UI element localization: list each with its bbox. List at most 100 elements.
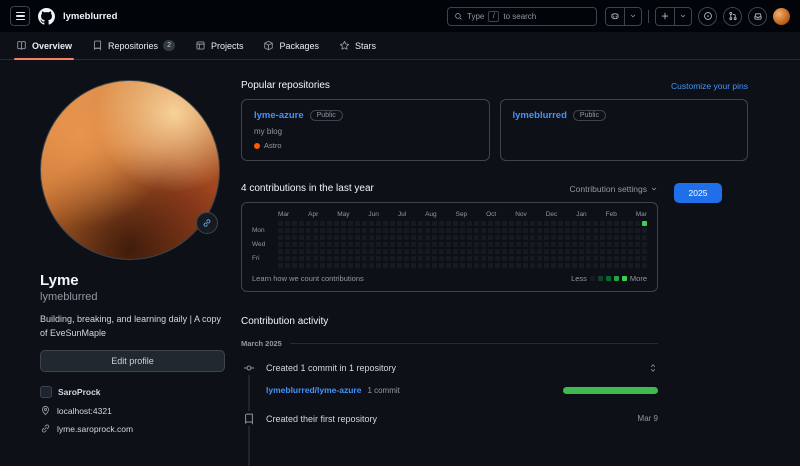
contribution-cell[interactable] [502, 221, 507, 226]
contribution-cell[interactable] [586, 242, 591, 247]
contribution-cell[interactable] [558, 249, 563, 254]
contribution-cell[interactable] [411, 242, 416, 247]
contribution-cell[interactable] [404, 242, 409, 247]
contribution-cell[interactable] [516, 242, 521, 247]
copilot-chat-button[interactable] [606, 8, 624, 25]
contribution-cell[interactable] [565, 235, 570, 240]
contribution-cell[interactable] [278, 228, 283, 233]
contribution-cell[interactable] [495, 235, 500, 240]
contribution-cell[interactable] [453, 221, 458, 226]
contribution-cell[interactable] [285, 256, 290, 261]
contribution-cell[interactable] [348, 263, 353, 268]
contribution-cell[interactable] [439, 263, 444, 268]
contribution-cell[interactable] [446, 221, 451, 226]
contribution-cell[interactable] [348, 235, 353, 240]
contribution-cell[interactable] [544, 228, 549, 233]
contribution-cell[interactable] [642, 228, 647, 233]
contribution-cell[interactable] [432, 249, 437, 254]
contribution-cell[interactable] [390, 235, 395, 240]
contribution-cell[interactable] [600, 263, 605, 268]
contribution-cell[interactable] [558, 228, 563, 233]
contribution-cell[interactable] [593, 228, 598, 233]
contribution-cell[interactable] [285, 249, 290, 254]
contribution-cell[interactable] [320, 242, 325, 247]
contribution-cell[interactable] [418, 256, 423, 261]
contribution-cell[interactable] [509, 242, 514, 247]
contribution-cell[interactable] [292, 242, 297, 247]
contribution-cell[interactable] [635, 256, 640, 261]
contribution-cell[interactable] [425, 249, 430, 254]
contribution-cell[interactable] [544, 242, 549, 247]
create-new-plus-button[interactable] [656, 8, 674, 25]
contribution-cell[interactable] [509, 256, 514, 261]
contribution-cell[interactable] [593, 263, 598, 268]
contribution-cell[interactable] [614, 235, 619, 240]
contribution-cell[interactable] [621, 263, 626, 268]
contribution-cell[interactable] [418, 228, 423, 233]
contribution-cell[interactable] [600, 249, 605, 254]
contribution-cell[interactable] [278, 263, 283, 268]
contribution-cell[interactable] [390, 256, 395, 261]
contribution-cell[interactable] [376, 249, 381, 254]
contribution-cell[interactable] [383, 228, 388, 233]
contribution-cell[interactable] [565, 242, 570, 247]
contribution-cell[interactable] [607, 221, 612, 226]
contribution-cell[interactable] [292, 221, 297, 226]
contribution-cell[interactable] [292, 263, 297, 268]
contribution-cell[interactable] [306, 242, 311, 247]
contribution-cell[interactable] [348, 256, 353, 261]
contribution-cell[interactable] [285, 221, 290, 226]
contribution-cell[interactable] [621, 242, 626, 247]
contribution-cell[interactable] [530, 256, 535, 261]
contribution-cell[interactable] [341, 235, 346, 240]
contribution-cell[interactable] [397, 221, 402, 226]
contribution-cell[interactable] [628, 221, 633, 226]
tab-repositories[interactable]: Repositories 2 [84, 32, 183, 59]
contribution-cell[interactable] [572, 228, 577, 233]
contribution-cell[interactable] [341, 228, 346, 233]
contribution-cell[interactable] [593, 249, 598, 254]
contribution-cell[interactable] [453, 249, 458, 254]
contribution-cell[interactable] [320, 221, 325, 226]
contribution-cell[interactable] [383, 256, 388, 261]
tab-projects[interactable]: Projects [187, 32, 252, 59]
contribution-cell[interactable] [488, 263, 493, 268]
contribution-cell[interactable] [397, 242, 402, 247]
contribution-cell[interactable] [488, 235, 493, 240]
contribution-cell[interactable] [313, 249, 318, 254]
contribution-cell[interactable] [600, 256, 605, 261]
contribution-cell[interactable] [425, 221, 430, 226]
contribution-cell[interactable] [411, 235, 416, 240]
contribution-cell[interactable] [425, 263, 430, 268]
contribution-cell[interactable] [355, 249, 360, 254]
contribution-cell[interactable] [481, 221, 486, 226]
contribution-cell[interactable] [502, 235, 507, 240]
contribution-cell[interactable] [467, 263, 472, 268]
contribution-cell[interactable] [411, 221, 416, 226]
contribution-cell[interactable] [621, 221, 626, 226]
contribution-cell[interactable] [439, 249, 444, 254]
contribution-cell[interactable] [467, 228, 472, 233]
contribution-cell[interactable] [306, 263, 311, 268]
contribution-cell[interactable] [502, 249, 507, 254]
contribution-cell[interactable] [495, 242, 500, 247]
contribution-cell[interactable] [474, 228, 479, 233]
contribution-cell[interactable] [341, 221, 346, 226]
contribution-cell[interactable] [341, 249, 346, 254]
contribution-cell[interactable] [327, 249, 332, 254]
contribution-cell[interactable] [411, 263, 416, 268]
contribution-cell[interactable] [313, 228, 318, 233]
contribution-cell[interactable] [586, 235, 591, 240]
contribution-cell[interactable] [474, 242, 479, 247]
contribution-cell[interactable] [362, 242, 367, 247]
contribution-cell[interactable] [341, 256, 346, 261]
contribution-cell[interactable] [362, 235, 367, 240]
contribution-cell[interactable] [327, 242, 332, 247]
contribution-cell[interactable] [572, 263, 577, 268]
contribution-cell[interactable] [390, 263, 395, 268]
contribution-cell[interactable] [411, 228, 416, 233]
contribution-cell[interactable] [502, 256, 507, 261]
contribution-cell[interactable] [635, 249, 640, 254]
contribution-cell[interactable] [607, 249, 612, 254]
contribution-cell[interactable] [642, 242, 647, 247]
